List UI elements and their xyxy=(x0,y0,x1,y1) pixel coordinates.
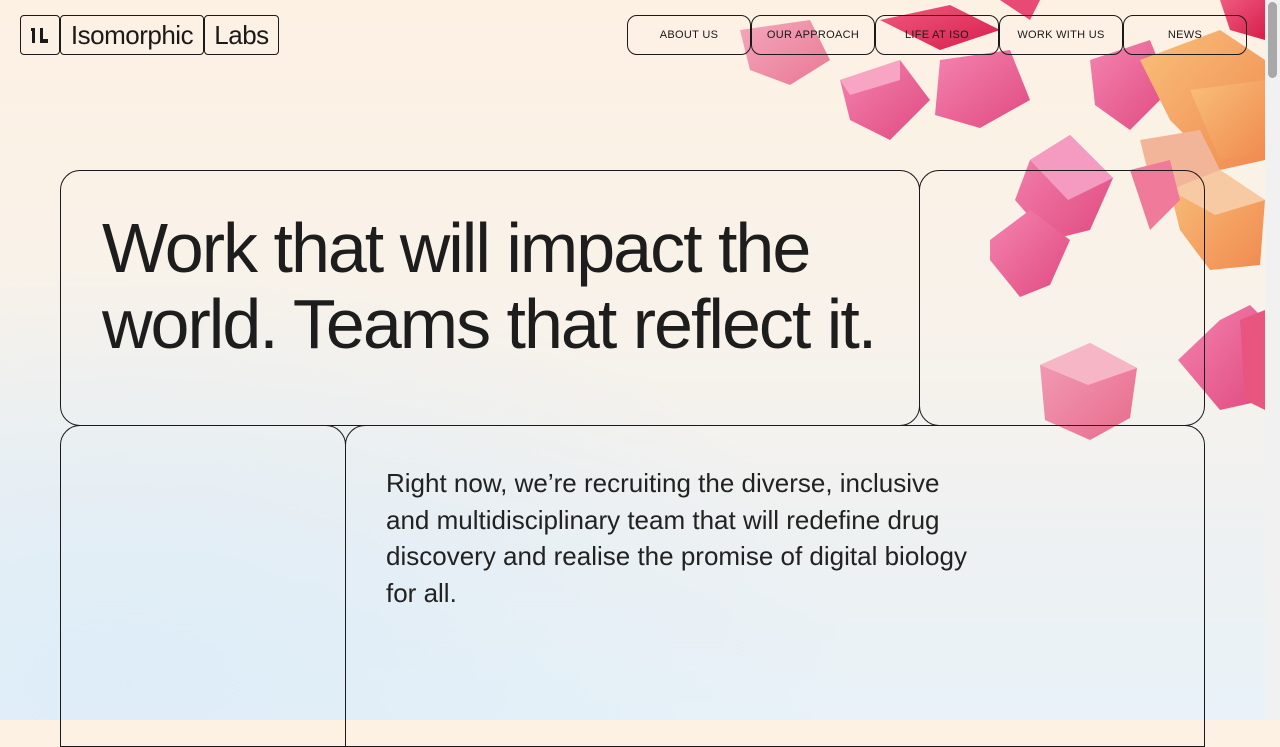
logo-mark-icon[interactable] xyxy=(20,15,60,55)
hero-body-text: Right now, we’re recruiting the diverse,… xyxy=(386,468,967,608)
nav-life-at-iso[interactable]: LIFE AT ISO xyxy=(875,15,999,55)
logo-word-isomorphic[interactable]: Isomorphic xyxy=(60,15,204,55)
logo[interactable]: Isomorphic Labs xyxy=(20,15,279,55)
nav-about-us[interactable]: ABOUT US xyxy=(627,15,751,55)
nav-news[interactable]: NEWS xyxy=(1123,15,1247,55)
hero-headline: Work that will impact the world. Teams t… xyxy=(102,209,877,363)
logo-word-labs[interactable]: Labs xyxy=(204,15,279,55)
main-nav: ABOUT US OUR APPROACH LIFE AT ISO WORK W… xyxy=(627,15,1247,55)
nav-work-with-us[interactable]: WORK WITH US xyxy=(999,15,1123,55)
scrollbar-thumb[interactable] xyxy=(1268,2,1277,78)
side-panel xyxy=(919,170,1205,426)
left-panel xyxy=(60,425,346,747)
nav-our-approach[interactable]: OUR APPROACH xyxy=(751,15,875,55)
page-scrollbar[interactable] xyxy=(1265,0,1280,720)
